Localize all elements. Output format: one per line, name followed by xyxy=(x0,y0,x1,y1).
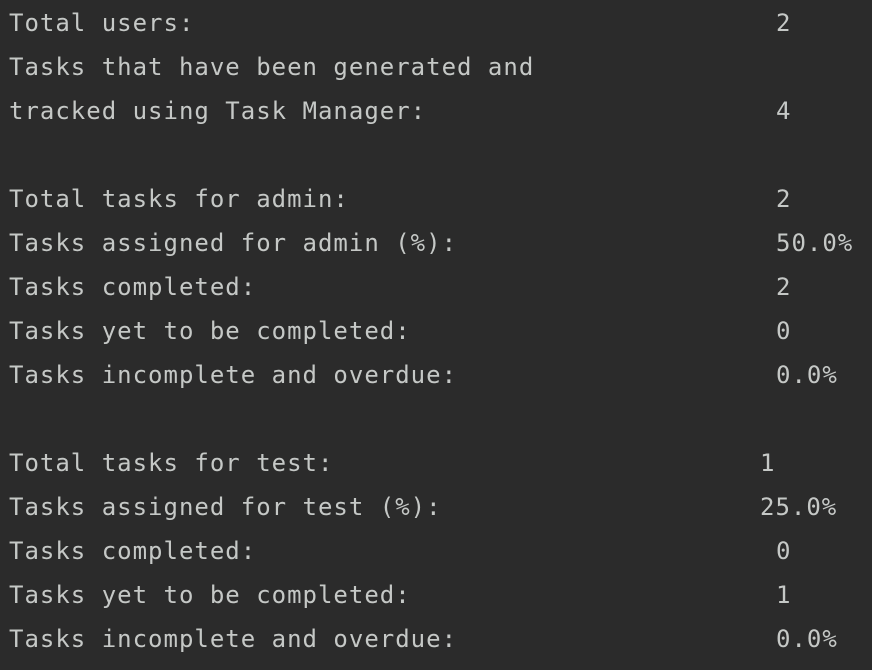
test-total-value: 1 xyxy=(760,449,776,477)
admin-completed-label: Tasks completed: xyxy=(9,273,257,301)
admin-assigned-value: 50.0% xyxy=(776,229,854,257)
admin-overdue-value: 0.0% xyxy=(776,361,838,389)
test-completed-label: Tasks completed: xyxy=(9,537,257,565)
admin-yet-value: 0 xyxy=(776,317,792,345)
test-assigned-value: 25.0% xyxy=(760,493,838,521)
test-overdue-label: Tasks incomplete and overdue: xyxy=(9,625,458,653)
test-assigned-label: Tasks assigned for test (%): xyxy=(9,493,442,521)
tasks-generated-value: 4 xyxy=(776,97,792,125)
admin-overdue-label: Tasks incomplete and overdue: xyxy=(9,361,458,389)
tasks-generated-label-line1: Tasks that have been generated and xyxy=(9,53,535,81)
test-yet-label: Tasks yet to be completed: xyxy=(9,581,411,609)
test-overdue-value: 0.0% xyxy=(776,625,838,653)
tasks-generated-label-line2: tracked using Task Manager: xyxy=(9,97,427,125)
console-output: Total users: 2 Tasks that have been gene… xyxy=(0,0,872,670)
admin-yet-label: Tasks yet to be completed: xyxy=(9,317,411,345)
admin-completed-value: 2 xyxy=(776,273,792,301)
test-completed-value: 0 xyxy=(776,537,792,565)
total-users-label: Total users: xyxy=(9,9,195,37)
admin-total-value: 2 xyxy=(776,185,792,213)
admin-assigned-label: Tasks assigned for admin (%): xyxy=(9,229,458,257)
test-yet-value: 1 xyxy=(776,581,792,609)
test-total-label: Total tasks for test: xyxy=(9,449,334,477)
total-users-value: 2 xyxy=(776,9,792,37)
admin-total-label: Total tasks for admin: xyxy=(9,185,349,213)
